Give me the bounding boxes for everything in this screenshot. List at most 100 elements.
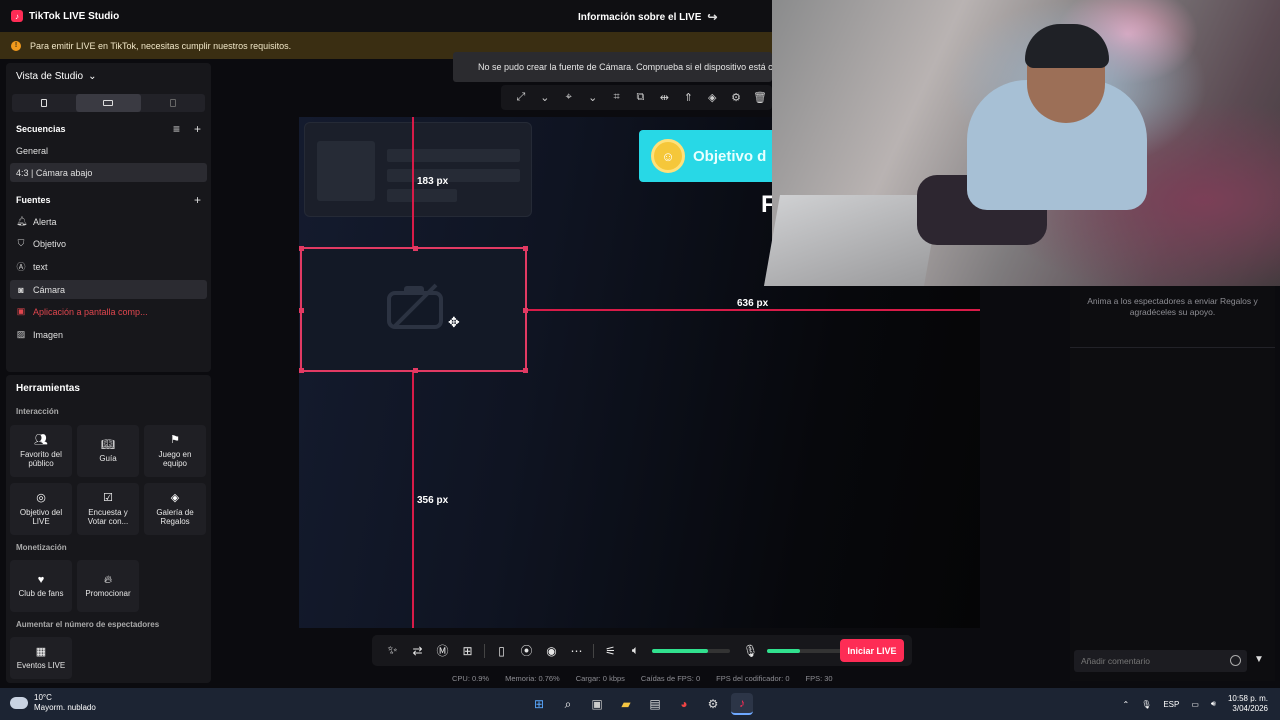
- measure-top-label: 183 px: [417, 176, 449, 187]
- camera-source-selection[interactable]: [299, 246, 528, 373]
- placeholder-widget[interactable]: [304, 122, 532, 217]
- resize-icon[interactable]: ⤢: [509, 91, 533, 104]
- layers-icon[interactable]: ◈: [700, 91, 724, 104]
- camera-off-icon: [387, 283, 443, 329]
- file-explorer-icon[interactable]: ▰: [615, 693, 637, 715]
- tool-team-game[interactable]: ⚑ Juego en equipo: [144, 425, 206, 477]
- bring-forward-icon[interactable]: ⇑: [676, 91, 700, 104]
- tool-label: Objetivo del LIVE: [19, 507, 63, 526]
- phone-icon[interactable]: ▯: [489, 644, 514, 658]
- tool-guide[interactable]: 📖︎ Guía: [77, 425, 139, 477]
- microphone-icon[interactable]: 🎙︎: [738, 644, 763, 658]
- tools-panel: Herramientas Interacción 👥︎ Favorito del …: [6, 375, 211, 683]
- app-title: TikTok LIVE Studio: [29, 10, 120, 22]
- delete-icon[interactable]: 🗑︎: [748, 91, 772, 104]
- resize-handle[interactable]: [523, 368, 528, 373]
- landscape-mode-button[interactable]: [76, 94, 141, 112]
- volume-icon[interactable]: 🔊︎: [1211, 699, 1216, 709]
- tool-poll[interactable]: ☑ Encuesta y Votar con...: [77, 483, 139, 535]
- filter-icon[interactable]: ▼: [1254, 654, 1264, 665]
- comment-input[interactable]: Añadir comentario: [1074, 650, 1247, 672]
- resize-handle[interactable]: [299, 246, 304, 251]
- speaker-volume-meter[interactable]: [652, 648, 730, 653]
- add-media-icon[interactable]: ⊞: [455, 644, 480, 658]
- network-icon[interactable]: ▭: [1191, 700, 1199, 709]
- add-sequence-icon[interactable]: +: [194, 122, 201, 136]
- task-view-icon[interactable]: ▣: [586, 693, 608, 715]
- tool-live-goal[interactable]: ◎ Objetivo del LIVE: [10, 483, 72, 535]
- tiktok-live-studio-icon[interactable]: ♪: [731, 693, 753, 715]
- language-indicator[interactable]: ESP: [1163, 700, 1179, 709]
- flame-icon: 🔥︎: [103, 573, 113, 586]
- position-icon[interactable]: ⌖: [557, 91, 581, 104]
- tool-label: Club de fans: [18, 589, 64, 599]
- ai-icon[interactable]: Ⓜ: [430, 642, 455, 659]
- mic-volume-meter[interactable]: [767, 648, 845, 653]
- source-label: Imagen: [33, 329, 64, 340]
- separator: [484, 643, 485, 658]
- flip-icon[interactable]: ⇹: [652, 91, 676, 104]
- add-source-icon[interactable]: +: [194, 193, 201, 207]
- weather-widget[interactable]: 10°C Mayorm. nublado: [10, 693, 96, 713]
- settings-icon[interactable]: ⚙: [724, 91, 748, 104]
- windows-start-icon[interactable]: ⊞: [528, 693, 550, 715]
- speaker-icon[interactable]: 🔈︎: [623, 643, 648, 658]
- chevron-down-icon[interactable]: ⌄: [533, 91, 557, 104]
- duplicate-icon[interactable]: ⧉: [629, 91, 653, 104]
- tool-live-events[interactable]: ▦ Eventos LIVE: [10, 637, 72, 679]
- resize-handle[interactable]: [413, 246, 418, 251]
- sequence-item[interactable]: General: [10, 141, 207, 160]
- text-icon: Ⓐ: [16, 262, 26, 272]
- resize-handle[interactable]: [299, 368, 304, 373]
- live-info-button[interactable]: Información sobre el LIVE ↪: [578, 10, 717, 24]
- record-icon[interactable]: ⦿: [514, 642, 539, 659]
- live-goal-widget[interactable]: ☺ Objetivo d: [639, 130, 789, 182]
- emoji-icon[interactable]: [1230, 655, 1241, 666]
- chevron-down-icon[interactable]: ⌄: [581, 91, 605, 104]
- sequence-label: General: [16, 145, 49, 156]
- store-icon[interactable]: ▤: [644, 693, 666, 715]
- mixer-settings-icon[interactable]: ⚟: [598, 644, 623, 658]
- source-item-fullscreen-app[interactable]: ▣ Aplicación a pantalla comp...: [10, 302, 207, 321]
- clock[interactable]: 10:58 p. m. 3/04/2026: [1228, 694, 1268, 715]
- tool-promote[interactable]: 🔥︎ Promocionar: [77, 560, 139, 612]
- crop-icon[interactable]: ⌗: [605, 91, 629, 104]
- dual-mode-button[interactable]: [141, 94, 205, 112]
- source-item-camara[interactable]: ◙ Cámara: [10, 280, 207, 299]
- translate-icon[interactable]: ⇄: [405, 644, 430, 658]
- replay-icon[interactable]: ◉: [539, 644, 564, 658]
- source-item-imagen[interactable]: ▨ Imagen: [10, 325, 207, 344]
- tool-fan-club[interactable]: ♥ Club de fans: [10, 560, 72, 612]
- settings-app-icon[interactable]: ⚙: [702, 693, 724, 715]
- sequences-actions: ≡ +: [173, 122, 201, 136]
- start-live-button[interactable]: Iniciar LIVE: [840, 639, 904, 662]
- source-label: Aplicación a pantalla comp...: [33, 306, 148, 317]
- separator: [593, 643, 594, 658]
- source-item-text[interactable]: Ⓐtext: [10, 257, 207, 276]
- resize-handle[interactable]: [413, 368, 418, 373]
- tool-label: Favorito del público: [20, 449, 62, 468]
- chevron-up-icon[interactable]: ⌃: [1122, 700, 1129, 709]
- tool-label: Guía: [99, 454, 117, 464]
- measure-right-label: 636 px: [737, 298, 769, 309]
- magic-effects-icon[interactable]: ✨︎: [380, 643, 405, 658]
- studio-view-dropdown[interactable]: Vista de Studio ⌄: [16, 71, 96, 82]
- source-item-alerta[interactable]: 🔔︎ Alerta: [10, 212, 207, 231]
- search-icon[interactable]: ⌕: [557, 693, 579, 715]
- resize-handle[interactable]: [523, 246, 528, 251]
- list-icon[interactable]: ≡: [173, 122, 180, 136]
- mic-tray-icon[interactable]: 🎙︎: [1141, 700, 1151, 709]
- portrait-mode-button[interactable]: [12, 94, 76, 112]
- poll-icon: ☑: [103, 491, 113, 504]
- mic-volume-fill: [767, 648, 800, 653]
- chrome-icon[interactable]: ◕: [673, 693, 695, 715]
- stat-encoder-fps: FPS del codificador: 0: [716, 674, 790, 683]
- resize-handle[interactable]: [523, 308, 528, 313]
- source-item-objetivo[interactable]: ⛉ Objetivo: [10, 234, 207, 253]
- tool-favorite-audience[interactable]: 👥︎ Favorito del público: [10, 425, 72, 477]
- tool-gift-gallery[interactable]: ◈ Galería de Regalos: [144, 483, 206, 535]
- resize-handle[interactable]: [299, 308, 304, 313]
- sequence-item[interactable]: 4:3 | Cámara abajo: [10, 163, 207, 182]
- more-icon[interactable]: ⋯: [564, 644, 589, 658]
- camera-error-toast: No se pudo crear la fuente de Cámara. Co…: [453, 52, 772, 82]
